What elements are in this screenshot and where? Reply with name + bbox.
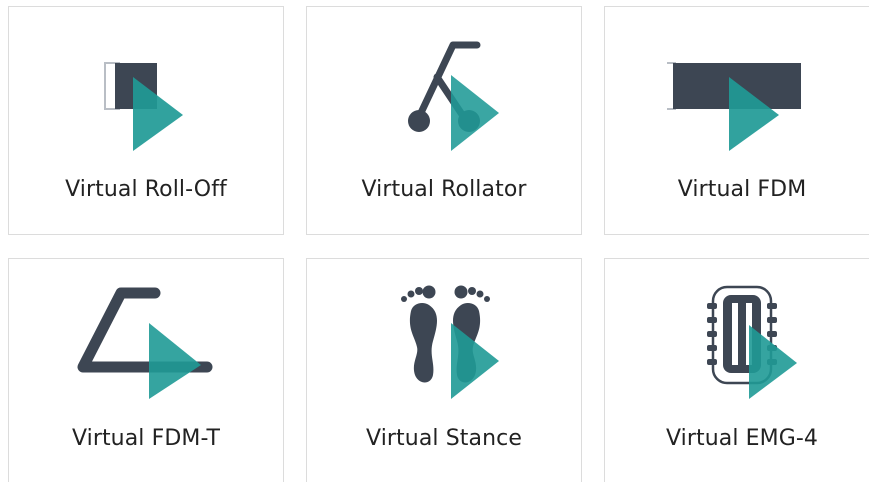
tile-label: Virtual FDM-T bbox=[71, 426, 221, 451]
tile-virtual-roll-off[interactable]: Virtual Roll-Off bbox=[8, 6, 284, 235]
tile-label: Virtual Rollator bbox=[361, 177, 527, 202]
tile-label: Virtual FDM bbox=[677, 177, 807, 202]
fdm-t-icon bbox=[77, 287, 213, 399]
tile-virtual-fdm-t[interactable]: Virtual FDM-T bbox=[8, 258, 284, 482]
fdm-icon bbox=[667, 62, 801, 151]
tile-virtual-fdm[interactable]: Virtual FDM bbox=[604, 6, 869, 235]
stance-icon bbox=[401, 285, 499, 399]
tile-virtual-emg-4[interactable]: Virtual EMG-4 bbox=[604, 258, 869, 482]
tile-virtual-rollator[interactable]: Virtual Rollator bbox=[306, 6, 582, 235]
roll-off-icon bbox=[104, 62, 183, 151]
virtual-device-grid: Virtual Roll-Off Virtual Rollator Virtua… bbox=[0, 0, 869, 482]
tile-label: Virtual EMG-4 bbox=[665, 426, 819, 451]
rollator-icon bbox=[408, 41, 499, 151]
tile-label: Virtual Roll-Off bbox=[65, 177, 227, 202]
tile-virtual-stance[interactable]: Virtual Stance bbox=[306, 258, 582, 482]
emg-4-icon bbox=[707, 285, 797, 399]
tile-label: Virtual Stance bbox=[366, 426, 522, 451]
